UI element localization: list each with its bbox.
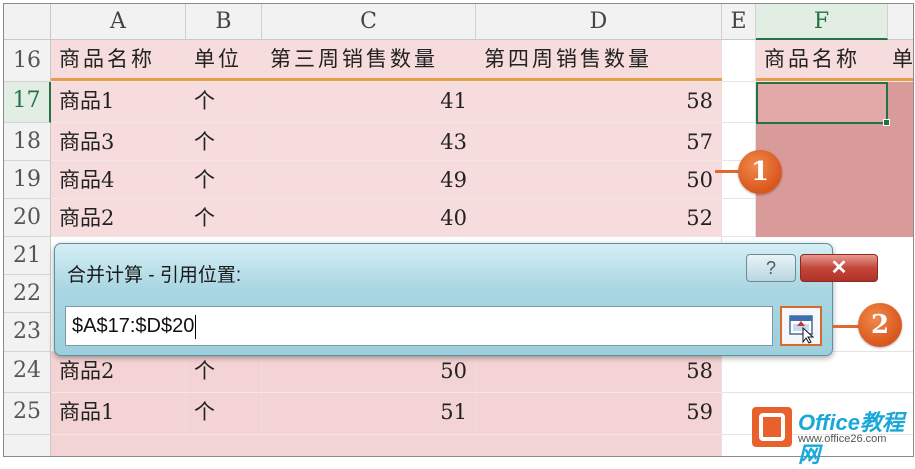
cell-c25[interactable]: 51 <box>262 393 476 435</box>
cell-b17[interactable]: 个 <box>186 82 262 123</box>
callout-2-badge: 2 <box>858 303 902 347</box>
cell-c18[interactable]: 43 <box>262 123 476 161</box>
active-cell-f17[interactable] <box>756 82 888 124</box>
cell-d16[interactable]: 第四周销售数量 <box>476 40 722 82</box>
expand-dialog-button[interactable] <box>780 306 822 346</box>
row-header-25[interactable]: 25 <box>4 393 51 435</box>
cell-b19[interactable]: 个 <box>186 161 262 199</box>
cell-c20[interactable]: 40 <box>262 199 476 237</box>
row-header-18[interactable]: 18 <box>4 123 51 161</box>
reference-value: $A$17:$D$20 <box>72 315 195 337</box>
cell-a24[interactable]: 商品2 <box>51 352 186 393</box>
cell-b24[interactable]: 个 <box>186 352 262 393</box>
cell-d20[interactable]: 52 <box>476 199 722 237</box>
watermark-url: www.office26.com <box>798 433 887 445</box>
column-header-a[interactable]: A <box>51 4 186 40</box>
consolidate-reference-dialog: 合并计算 - 引用位置: ? ✕ $A$17:$D$20 <box>54 243 878 356</box>
expand-dialog-icon <box>789 315 815 344</box>
site-watermark: Office教程网 www.office26.com <box>752 405 912 467</box>
cell-b25[interactable]: 个 <box>186 393 262 435</box>
spreadsheet-frame: A B C D E F 16 17 18 19 20 21 22 23 24 2… <box>3 3 914 457</box>
cell-a18[interactable]: 商品3 <box>51 123 186 161</box>
cell-d24[interactable]: 58 <box>476 352 722 393</box>
reference-input[interactable]: $A$17:$D$20 <box>65 306 773 346</box>
cell-a19[interactable]: 商品4 <box>51 161 186 199</box>
select-all-corner[interactable] <box>4 4 51 40</box>
column-header-g[interactable] <box>888 4 913 40</box>
cell-g16[interactable]: 单 <box>888 40 913 82</box>
cell-b16[interactable]: 单位 <box>186 40 262 82</box>
fill-handle[interactable] <box>883 119 890 126</box>
cell-d25[interactable]: 59 <box>476 393 722 435</box>
cell-d17[interactable]: 58 <box>476 82 722 123</box>
cell-e17[interactable] <box>722 82 756 123</box>
row-header-20[interactable]: 20 <box>4 199 51 237</box>
row-header-23[interactable]: 23 <box>4 313 51 352</box>
column-header-e[interactable]: E <box>722 4 756 40</box>
cell-d19[interactable]: 50 <box>476 161 722 199</box>
cell-f16[interactable]: 商品名称 <box>756 40 888 82</box>
cell-b20[interactable]: 个 <box>186 199 262 237</box>
cell-e24[interactable] <box>722 352 913 393</box>
callout-1-badge: 1 <box>738 150 782 194</box>
row-header-26[interactable] <box>4 435 51 456</box>
cell-c24[interactable]: 50 <box>262 352 476 393</box>
row-header-22[interactable]: 22 <box>4 275 51 313</box>
column-header-b[interactable]: B <box>186 4 262 40</box>
cell-e20[interactable] <box>722 199 756 237</box>
close-button[interactable]: ✕ <box>800 254 878 282</box>
row-header-21[interactable]: 21 <box>4 237 51 275</box>
cell-a20[interactable]: 商品2 <box>51 199 186 237</box>
cells-row-26[interactable] <box>51 435 722 456</box>
cell-a25[interactable]: 商品1 <box>51 393 186 435</box>
dialog-title: 合并计算 - 引用位置: <box>67 265 242 286</box>
help-button[interactable]: ? <box>746 254 796 282</box>
cell-c16[interactable]: 第三周销售数量 <box>262 40 476 82</box>
column-header-f[interactable]: F <box>756 4 888 40</box>
cell-a17[interactable]: 商品1 <box>51 82 186 123</box>
cell-c19[interactable]: 49 <box>262 161 476 199</box>
row-header-17[interactable]: 17 <box>4 82 51 123</box>
header-underline-f <box>756 78 913 81</box>
column-header-d[interactable]: D <box>476 4 722 40</box>
row-header-16[interactable]: 16 <box>4 40 51 82</box>
column-header-c[interactable]: C <box>262 4 476 40</box>
header-underline <box>51 78 722 81</box>
cell-a16[interactable]: 商品名称 <box>51 40 186 82</box>
text-caret <box>195 314 197 339</box>
cell-c17[interactable]: 41 <box>262 82 476 123</box>
office-logo-icon <box>752 407 792 447</box>
row-header-24[interactable]: 24 <box>4 352 51 393</box>
cell-d18[interactable]: 57 <box>476 123 722 161</box>
row-header-19[interactable]: 19 <box>4 161 51 199</box>
cell-b18[interactable]: 个 <box>186 123 262 161</box>
cell-e16[interactable] <box>722 40 756 82</box>
